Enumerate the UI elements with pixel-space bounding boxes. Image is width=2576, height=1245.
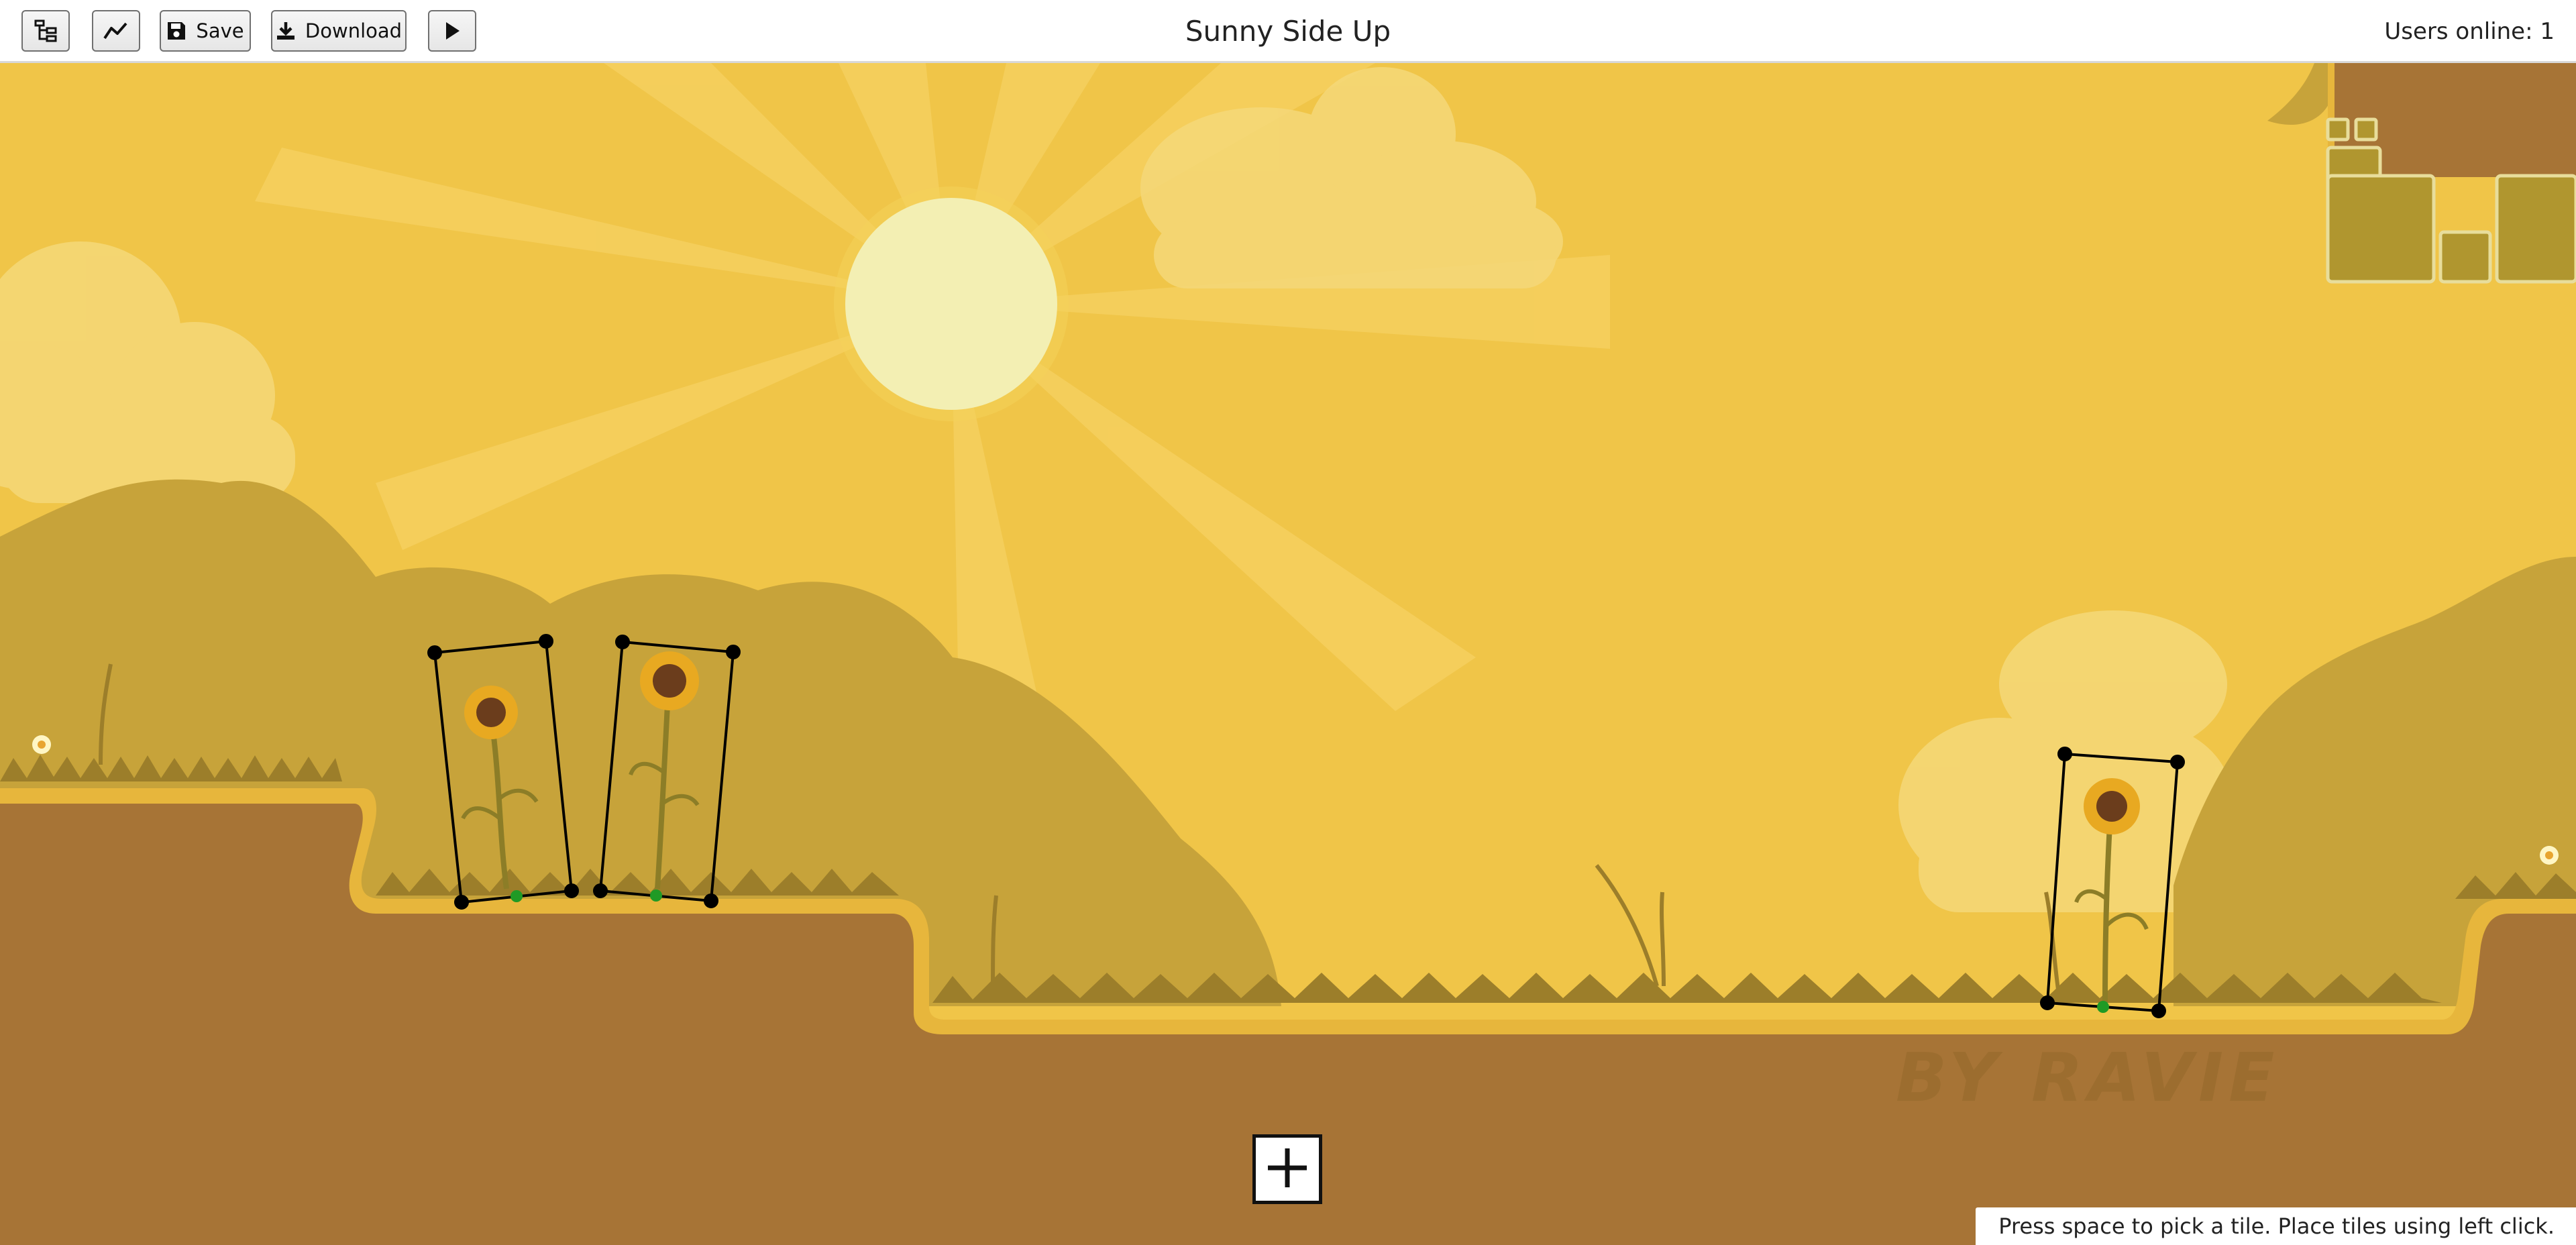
users-online: Users online: 1 [2384, 18, 2555, 45]
level-title: Sunny Side Up [1185, 15, 1391, 48]
daisy-left [32, 735, 51, 754]
help-hint: Press space to pick a tile. Place tiles … [1976, 1207, 2576, 1245]
daisy-right [2540, 846, 2559, 865]
top-toolbar: Save Download Sunny Side Up Users online… [0, 0, 2576, 63]
plus-icon [1264, 1144, 1311, 1194]
add-tile-button[interactable] [1252, 1134, 1322, 1204]
sun [845, 198, 1057, 410]
level-credit: BY RAVIE [1896, 1038, 2280, 1117]
level-canvas[interactable]: BY RAVIE [0, 63, 2576, 1245]
